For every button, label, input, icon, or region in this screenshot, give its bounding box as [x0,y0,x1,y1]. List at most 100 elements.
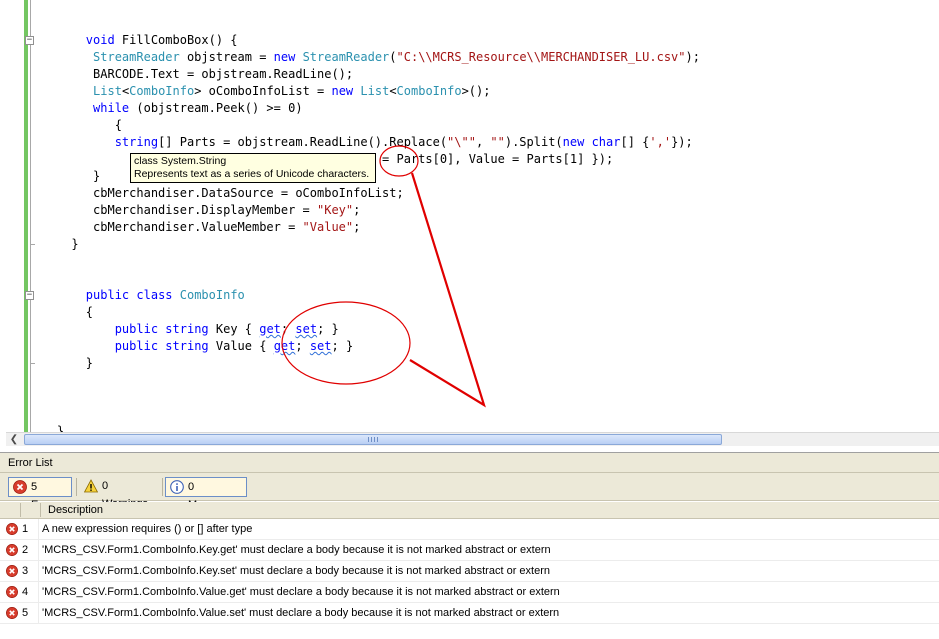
error-row[interactable]: 4 'MCRS_CSV.Form1.ComboInfo.Value.get' mu… [0,582,939,603]
info-icon [170,480,184,494]
column-divider [40,503,41,517]
code-line[interactable]: } [28,236,78,253]
code-line[interactable]: public class ComboInfo [28,287,245,304]
error-row[interactable]: 2 'MCRS_CSV.Form1.ComboInfo.Key.get' must… [0,540,939,561]
code-token: set [309,339,332,353]
error-row[interactable]: 5 'MCRS_CSV.Form1.ComboInfo.Value.set' mu… [0,603,939,624]
code-token: Value { [208,339,274,353]
error-description: A new expression requires () or [] after… [42,523,253,535]
code-token: ).Split( [504,135,563,149]
code-line[interactable]: cbMerchandiser.ValueMember = "Value"; [28,219,360,236]
editor-margin [0,0,26,432]
column-divider [38,582,39,603]
code-token: "Value" [302,220,354,234]
tooltip-description: Represents text as a series of Unicode c… [134,168,370,180]
messages-filter-button[interactable]: 0 Messages [165,477,247,511]
code-token: string [165,322,209,336]
code-token: List [360,84,390,98]
code-token: new [331,84,354,98]
code-token: < [389,84,397,98]
code-line[interactable]: while (objstream.Peek() >= 0) [28,100,303,117]
code-line[interactable]: cbMerchandiser.DisplayMember = "Key"; [28,202,360,219]
errors-filter-button[interactable]: 5 Errors [8,477,72,511]
code-token: public [114,322,159,336]
code-line[interactable]: StreamReader objstream = new StreamReade… [28,49,700,66]
code-line[interactable]: } [28,168,100,185]
code-token: ComboInfo [129,84,195,98]
code-line[interactable]: void FillComboBox() { [28,32,238,49]
column-divider [38,561,39,582]
error-icon [13,480,27,494]
code-line[interactable]: string[] Parts = objstream.ReadLine().Re… [28,134,693,151]
error-description: 'MCRS_CSV.Form1.ComboInfo.Value.get' mus… [42,586,560,598]
error-row[interactable]: 3 'MCRS_CSV.Form1.ComboInfo.Key.set' must… [0,561,939,582]
code-token: string [114,135,159,149]
code-token: >(); [461,84,491,98]
error-list-header: Description [0,502,939,519]
warnings-filter-button[interactable]: 0 Warnings [80,477,160,510]
error-description: 'MCRS_CSV.Form1.ComboInfo.Key.get' must … [42,544,551,556]
toolbar-separator [76,478,77,496]
code-line[interactable]: { [28,304,93,321]
code-line[interactable]: } [28,355,93,372]
code-token: string [165,339,209,353]
code-token: ; } [317,322,339,336]
code-token: cbMerchandiser.ValueMember = [93,220,303,234]
code-token: get [273,339,296,353]
code-token: cbMerchandiser.DataSource = oComboInfoLi… [93,186,404,200]
error-number: 2 [22,544,29,556]
code-token: FillComboBox() { [114,33,238,47]
scroll-left-icon[interactable]: ❮ [6,433,22,446]
code-token: public [85,288,130,302]
code-line[interactable]: BARCODE.Text = objstream.ReadLine(); [28,66,353,83]
code-line[interactable]: } [28,423,64,432]
error-description: 'MCRS_CSV.Form1.ComboInfo.Value.set' mus… [42,607,560,619]
description-column-header[interactable]: Description [48,502,103,518]
error-list-toolbar: 5 Errors 0 Warnings 0 Messages [0,473,939,511]
code-token: > oComboInfoList = [194,84,332,98]
code-token: { [85,305,94,319]
horizontal-scrollbar[interactable]: ❮ [6,432,939,446]
code-line[interactable]: public string Key { get; set; } [28,321,339,338]
code-line[interactable]: public string Value { get; set; } [28,338,354,355]
code-line[interactable]: { [28,117,122,134]
code-token: ComboInfo [396,84,462,98]
error-icon [6,523,18,535]
code-token: StreamReader [302,50,390,64]
code-editor[interactable]: − − void FillComboBox() { StreamReader o… [0,0,939,432]
code-token: ',' [649,135,672,149]
code-token: StreamReader [93,50,180,64]
code-token: } [93,169,101,183]
code-token: (objstream.Peek() >= 0) [129,101,303,115]
error-list-panel: Error List 5 Errors 0 Warnings [0,452,939,639]
code-token: "" [490,135,505,149]
code-line[interactable]: List<ComboInfo> oComboInfoList = new Lis… [28,83,490,100]
warning-icon [84,479,98,493]
code-token: [] Parts = objstream.ReadLine().Replace( [158,135,448,149]
error-row[interactable]: 1 A new expression requires () or [] afte… [0,519,939,540]
error-description: 'MCRS_CSV.Form1.ComboInfo.Key.set' must … [42,565,550,577]
scroll-thumb[interactable] [24,434,722,445]
code-token: get [259,322,281,336]
code-token: Key { [208,322,260,336]
error-number: 3 [22,565,29,577]
code-token: } [56,424,65,432]
column-divider [38,519,39,540]
code-line[interactable]: cbMerchandiser.DataSource = oComboInfoLi… [28,185,404,202]
error-number: 4 [22,586,29,598]
column-divider [38,540,39,561]
